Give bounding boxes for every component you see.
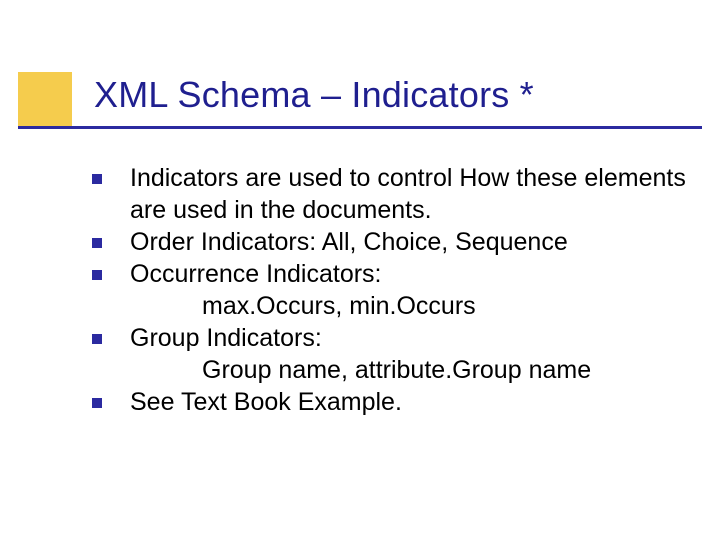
accent-square: [18, 72, 72, 126]
square-bullet-icon: [92, 174, 102, 184]
list-item-text: Occurrence Indicators:: [130, 260, 382, 288]
slide-body: Indicators are used to control How these…: [92, 162, 692, 418]
slide-title: XML Schema – Indicators *: [94, 74, 534, 116]
list-item-text: See Text Book Example.: [130, 388, 402, 416]
square-bullet-icon: [92, 270, 102, 280]
square-bullet-icon: [92, 334, 102, 344]
list-item-text: Order Indicators: All, Choice, Sequence: [130, 228, 568, 256]
list-item: See Text Book Example.: [92, 386, 692, 418]
slide: XML Schema – Indicators * Indicators are…: [0, 0, 720, 540]
list-item: Indicators are used to control How these…: [92, 162, 692, 226]
list-item-subtext: Group name, attribute.Group name: [130, 354, 692, 386]
list-item: Order Indicators: All, Choice, Sequence: [92, 226, 692, 258]
square-bullet-icon: [92, 238, 102, 248]
list-item: Occurrence Indicators: max.Occurs, min.O…: [92, 258, 692, 322]
list-item-subtext: max.Occurs, min.Occurs: [130, 290, 692, 322]
title-underline: [18, 126, 702, 129]
list-item: Group Indicators: Group name, attribute.…: [92, 322, 692, 386]
list-item-text: Indicators are used to control How these…: [130, 164, 686, 224]
list-item-text: Group Indicators:: [130, 324, 322, 352]
square-bullet-icon: [92, 398, 102, 408]
